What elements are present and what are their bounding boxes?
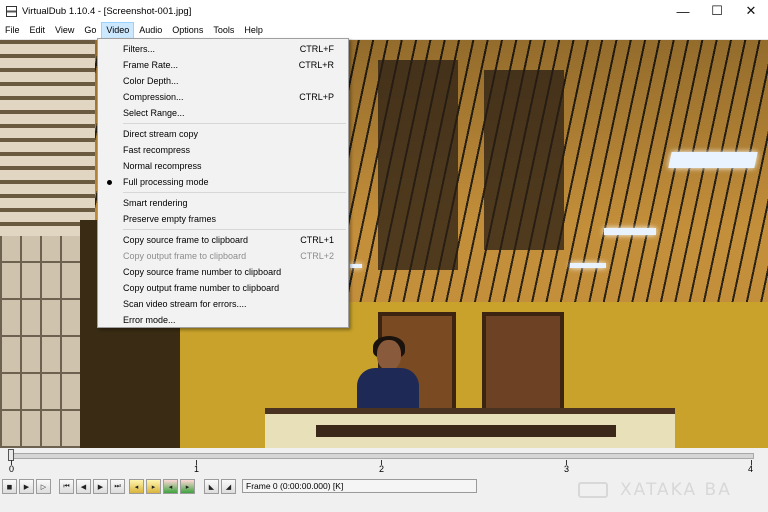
ceiling-light [604,228,656,235]
minimize-button[interactable]: — [666,0,700,22]
ceiling-reflection [378,60,458,270]
close-button[interactable]: ✕ [734,0,768,22]
menu-item-color-depth[interactable]: Color Depth... [98,73,348,89]
menu-audio[interactable]: Audio [134,22,167,39]
menu-item-copy-source-frame-to-clipboard[interactable]: Copy source frame to clipboard CTRL+1 [98,232,348,248]
menu-item-copy-output-frame-number-to-clipboard[interactable]: Copy output frame number to clipboard [98,280,348,296]
menu-item-label: Color Depth... [123,76,179,86]
ceiling-light [570,263,606,268]
menu-item-label: Select Range... [123,108,185,118]
menu-item-filters[interactable]: Filters... CTRL+F [98,41,348,57]
timeline[interactable]: 0 1 2 3 4 [0,448,768,476]
timeline-track[interactable] [10,453,754,459]
menu-item-shortcut: CTRL+R [298,60,334,70]
window-title: VirtualDub 1.10.4 - [Screenshot-001.jpg] [22,5,192,17]
menu-item-shortcut: CTRL+2 [300,251,334,261]
menu-item-label: Copy output frame to clipboard [123,251,247,261]
menu-item-frame-rate[interactable]: Frame Rate... CTRL+R [98,57,348,73]
menu-separator [123,192,346,193]
maximize-button[interactable]: ☐ [700,0,734,22]
play-input-icon[interactable]: ▶ [19,479,34,494]
menu-item-label: Scan video stream for errors.... [123,299,247,309]
frame-readout: Frame 0 (0:00:00.000) [K] [242,479,477,493]
scene-back-icon[interactable]: ◂ [163,479,178,494]
menu-separator [123,229,346,230]
go-start-icon[interactable]: ⏮ [59,479,74,494]
menu-item-normal-recompress[interactable]: Normal recompress [98,158,348,174]
watermark-text: XATAKA BA [620,480,732,500]
menu-item-copy-source-frame-number-to-clipboard[interactable]: Copy source frame number to clipboard [98,264,348,280]
menu-item-label: Copy output frame number to clipboard [123,283,280,293]
menu-item-copy-output-frame-to-clipboard: Copy output frame to clipboard CTRL+2 [98,248,348,264]
mark-in-icon[interactable]: ◣ [204,479,219,494]
step-back-icon[interactable]: ◀ [76,479,91,494]
window-controls: — ☐ ✕ [666,0,768,22]
ceiling-light [668,152,758,168]
menu-item-direct-stream-copy[interactable]: Direct stream copy [98,126,348,142]
title-bar: VirtualDub 1.10.4 - [Screenshot-001.jpg]… [0,0,768,22]
watermark: XATAKA BA [578,480,732,500]
app-icon[interactable] [6,5,17,17]
menu-tools[interactable]: Tools [208,22,239,39]
menu-item-label: Fast recompress [123,145,191,155]
menu-help[interactable]: Help [239,22,268,39]
menu-separator [123,123,346,124]
menu-item-label: Copy source frame number to clipboard [123,267,282,277]
door-right [482,312,564,412]
video-menu-dropdown: Filters... CTRL+F Frame Rate... CTRL+R Color… [97,38,349,328]
mark-out-icon[interactable]: ◢ [221,479,236,494]
step-forward-icon[interactable]: ▶ [93,479,108,494]
ceiling-light [350,264,362,268]
person-head [377,340,401,370]
prev-keyframe-icon[interactable]: ◂ [129,479,144,494]
menu-item-label: Compression... [123,92,184,102]
menu-item-label: Full processing mode [123,177,209,187]
menu-video[interactable]: Video [101,22,135,39]
menu-item-label: Error mode... [123,315,176,325]
menu-item-fast-recompress[interactable]: Fast recompress [98,142,348,158]
menu-item-smart-rendering[interactable]: Smart rendering [98,195,348,211]
menu-file[interactable]: File [0,22,25,39]
timeline-label: 0 [9,464,15,474]
play-output-icon[interactable]: ▷ [36,479,51,494]
menu-item-label: Filters... [123,44,156,54]
glass-block-wall [0,236,80,448]
menu-edit[interactable]: Edit [25,22,51,39]
timeline-label: 4 [748,464,754,474]
menu-view[interactable]: View [50,22,79,39]
menu-item-label: Frame Rate... [123,60,179,70]
timeline-label: 2 [379,464,385,474]
watermark-logo-icon [578,482,608,498]
stop-icon[interactable]: ◼ [2,479,17,494]
scene-forward-icon[interactable]: ▸ [180,479,195,494]
menu-item-label: Preserve empty frames [123,214,217,224]
menu-item-full-processing-mode[interactable]: Full processing mode [98,174,348,190]
menu-item-compression[interactable]: Compression... CTRL+P [98,89,348,105]
ceiling-reflection [484,70,564,250]
menu-item-error-mode[interactable]: Error mode... [98,312,348,328]
next-keyframe-icon[interactable]: ▸ [146,479,161,494]
timeline-label: 1 [194,464,200,474]
menu-item-select-range[interactable]: Select Range... [98,105,348,121]
menu-go[interactable]: Go [79,22,101,39]
menu-item-preserve-empty-frames[interactable]: Preserve empty frames [98,211,348,227]
desk-front [316,425,616,437]
timeline-label: 3 [564,464,570,474]
menu-options[interactable]: Options [167,22,208,39]
menu-item-label: Smart rendering [123,198,188,208]
menu-item-shortcut: CTRL+P [299,92,334,102]
menu-item-label: Normal recompress [123,161,202,171]
menu-item-scan-video-stream-for-errors[interactable]: Scan video stream for errors.... [98,296,348,312]
playback-toolbar: ◼ ▶ ▷ ⏮ ◀ ▶ ⏭ ◂ ▸ ◂ ▸ ◣ ◢ Frame 0 (0:00:… [0,477,768,512]
menu-item-shortcut: CTRL+F [299,44,334,54]
menu-item-shortcut: CTRL+1 [300,235,334,245]
menu-item-label: Direct stream copy [123,129,199,139]
radio-bullet-icon [107,180,112,185]
menu-item-label: Copy source frame to clipboard [123,235,249,245]
go-end-icon[interactable]: ⏭ [110,479,125,494]
